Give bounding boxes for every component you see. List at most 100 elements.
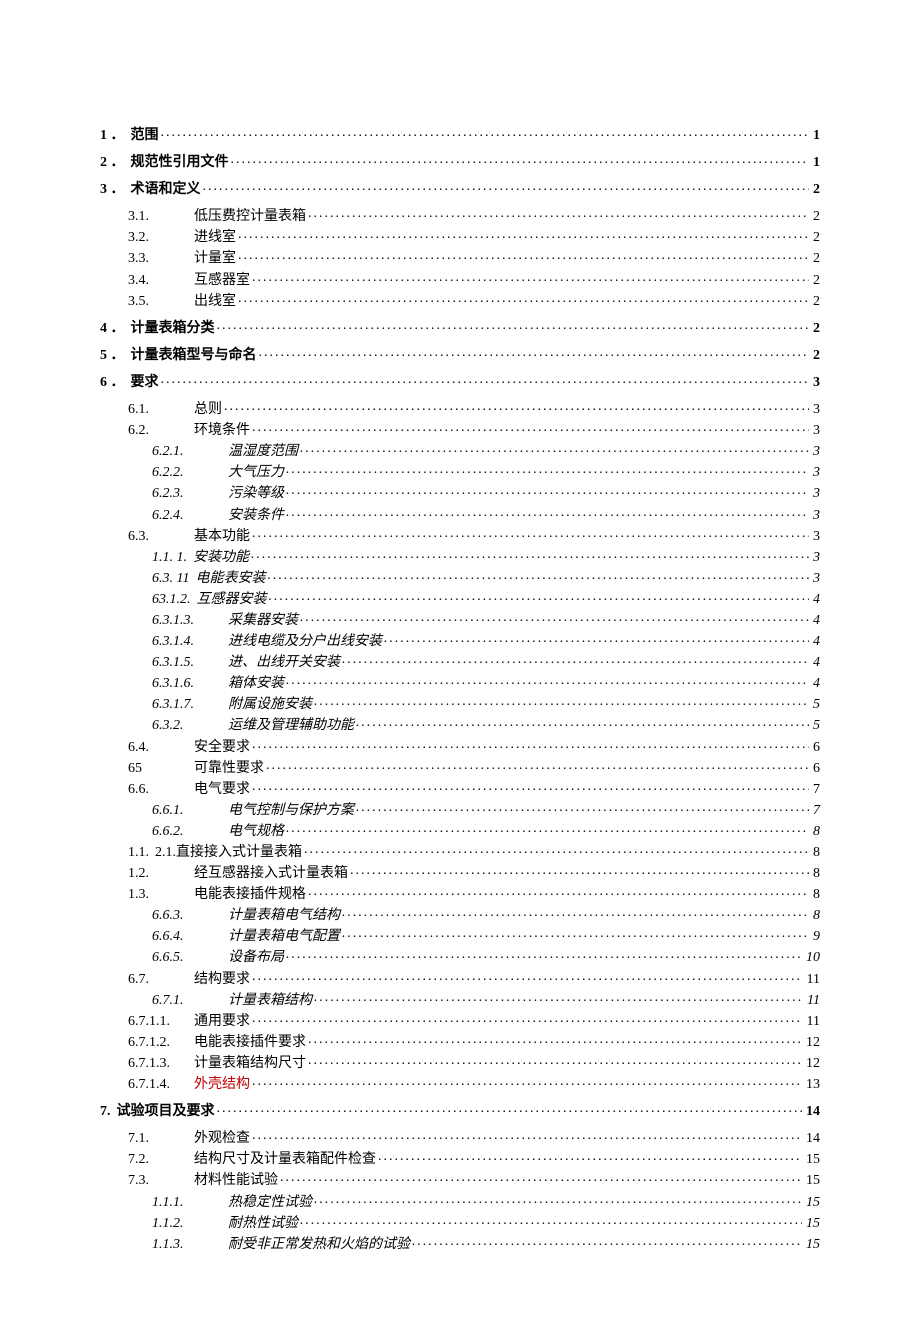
toc-number: 6.1.: [128, 402, 194, 418]
toc-number: 1.1. 1.: [152, 550, 193, 566]
toc-number: 7.1.: [128, 1131, 194, 1147]
toc-leader-dots: [280, 1170, 802, 1184]
toc-number: 1.1.2.: [152, 1216, 228, 1232]
toc-leader-dots: [300, 1213, 802, 1227]
toc-page-number: 4: [809, 592, 820, 608]
toc-page-number: 5: [809, 718, 820, 734]
toc-number: 6.3.1.6.: [152, 676, 228, 692]
toc-number: 4 ．: [100, 321, 131, 337]
toc-number: 6.2.: [128, 423, 194, 439]
toc-number: 65: [128, 761, 194, 777]
toc-title: 电能表安装: [195, 571, 267, 587]
toc-title: 可靠性要求: [194, 761, 266, 777]
toc-leader-dots: [251, 547, 809, 561]
toc-entry: 1.1.2.1.直接接入式计量表箱8: [100, 842, 820, 861]
toc-leader-dots: [384, 631, 809, 645]
toc-page: 1 ．范围12 ．规范性引用文件13 ．术语和定义23.1.低压费控计量表箱23…: [0, 0, 920, 1335]
toc-leader-dots: [252, 969, 803, 983]
toc-entry: 6.3.1.7.附属设施安装5: [100, 694, 820, 713]
toc-leader-dots: [161, 372, 810, 386]
toc-entry: 6.6.2.电气规格8: [100, 821, 820, 840]
toc-number: 1.1.: [128, 845, 155, 861]
toc-entry: 6.7.结构要求11: [100, 969, 820, 988]
toc-entry: 1.1.1.热稳定性试验15: [100, 1192, 820, 1211]
toc-entry: 7.2.结构尺寸及计量表箱配件检查15: [100, 1149, 820, 1168]
toc-leader-dots: [286, 483, 809, 497]
toc-entry: 1.3.电能表接插件规格8: [100, 884, 820, 903]
toc-entry: 3 ．术语和定义2: [100, 179, 820, 198]
toc-page-number: 9: [809, 929, 820, 945]
toc-page-number: 13: [802, 1077, 820, 1093]
toc-title: 计量表箱电气结构: [228, 908, 342, 924]
toc-leader-dots: [252, 779, 809, 793]
toc-leader-dots: [217, 1101, 803, 1115]
toc-title: 基本功能: [194, 529, 252, 545]
toc-title: 总则: [194, 402, 224, 418]
toc-title: 试验项目及要求: [117, 1104, 217, 1120]
toc-leader-dots: [286, 505, 809, 519]
toc-leader-dots: [238, 227, 809, 241]
toc-entry: 6.2.环境条件3: [100, 420, 820, 439]
toc-entry: 5 ．计量表箱型号与命名2: [100, 345, 820, 364]
toc-entry: 6.2.2.大气压力3: [100, 462, 820, 481]
toc-leader-dots: [217, 318, 810, 332]
toc-number: 6.7.1.1.: [128, 1014, 194, 1030]
toc-entry: 6.3. 11电能表安装3: [100, 568, 820, 587]
toc-page-number: 3: [809, 550, 820, 566]
toc-title: 要求: [131, 375, 161, 391]
toc-entry: 7.试验项目及要求14: [100, 1101, 820, 1120]
toc-title: 附属设施安装: [228, 697, 314, 713]
toc-number: 1.2.: [128, 866, 194, 882]
toc-entry: 3.5.出线室2: [100, 291, 820, 310]
toc-page-number: 2: [809, 321, 820, 337]
toc-number: 6.3.2.: [152, 718, 228, 734]
toc-leader-dots: [308, 1032, 802, 1046]
toc-entry: 6.7.1.3.计量表箱结构尺寸12: [100, 1053, 820, 1072]
toc-page-number: 1: [809, 155, 820, 171]
toc-leader-dots: [238, 291, 809, 305]
toc-entry: 6.2.4.安装条件3: [100, 505, 820, 524]
toc-number: 6.4.: [128, 740, 194, 756]
toc-leader-dots: [308, 1053, 802, 1067]
toc-number: 6.3.1.7.: [152, 697, 228, 713]
toc-entry: 6.2.1.温湿度范围3: [100, 441, 820, 460]
toc-title: 进线室: [194, 230, 238, 246]
toc-title: 结构尺寸及计量表箱配件检查: [194, 1152, 378, 1168]
toc-page-number: 2: [809, 209, 820, 225]
toc-title: 通用要求: [194, 1014, 252, 1030]
toc-number: 5 ．: [100, 348, 131, 364]
toc-page-number: 3: [809, 529, 820, 545]
toc-page-number: 3: [809, 486, 820, 502]
toc-leader-dots: [252, 737, 809, 751]
toc-leader-dots: [252, 526, 809, 540]
toc-number: 1.1.3.: [152, 1237, 228, 1253]
toc-page-number: 7: [809, 782, 820, 798]
toc-leader-dots: [350, 863, 809, 877]
toc-number: 1.1.1.: [152, 1195, 228, 1211]
toc-page-number: 11: [803, 993, 820, 1009]
toc-entry: 6.2.3.污染等级3: [100, 483, 820, 502]
toc-number: 6.7.1.2.: [128, 1035, 194, 1051]
toc-leader-dots: [252, 1011, 803, 1025]
toc-number: 3.1.: [128, 209, 194, 225]
toc-title: 外观检查: [194, 1131, 252, 1147]
toc-entry: 63.1.2.互感器安装4: [100, 589, 820, 608]
toc-entry: 6.4.安全要求6: [100, 737, 820, 756]
toc-page-number: 10: [802, 950, 820, 966]
toc-entry: 6.7.1.2.电能表接插件要求12: [100, 1032, 820, 1051]
toc-number: 6.6.4.: [152, 929, 228, 945]
toc-page-number: 2: [809, 273, 820, 289]
toc-title: 电气控制与保护方案: [228, 803, 356, 819]
toc-page-number: 6: [809, 740, 820, 756]
toc-number: 6 ．: [100, 375, 131, 391]
toc-page-number: 15: [802, 1216, 820, 1232]
toc-title: 安装功能: [193, 550, 251, 566]
toc-title: 计量表箱电气配置: [228, 929, 342, 945]
toc-number: 6.7.1.: [152, 993, 228, 1009]
toc-title: 热稳定性试验: [228, 1195, 314, 1211]
toc-page-number: 2: [809, 182, 820, 198]
toc-page-number: 8: [809, 866, 820, 882]
toc-number: 6.6.3.: [152, 908, 228, 924]
toc-page-number: 3: [809, 423, 820, 439]
toc-title: 范围: [131, 128, 161, 144]
